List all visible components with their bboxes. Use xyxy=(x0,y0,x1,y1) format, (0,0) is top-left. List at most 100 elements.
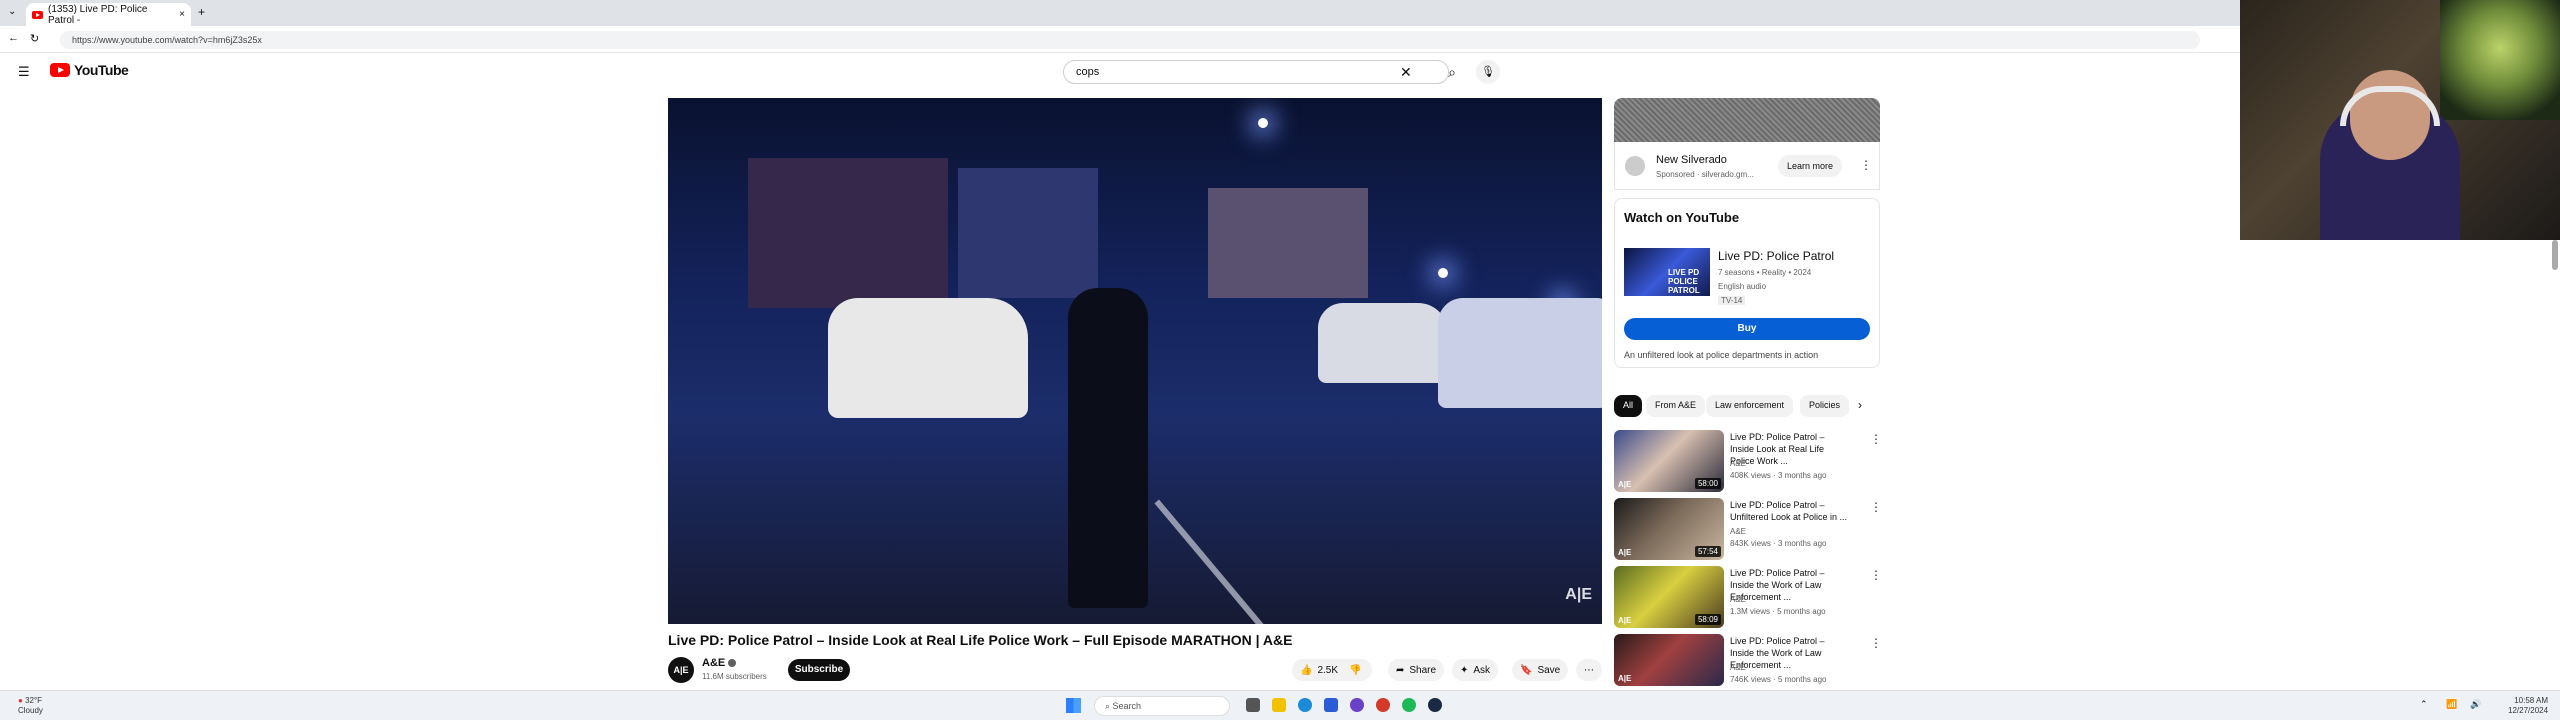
recommendation-thumbnail[interactable]: A|E 58:00 xyxy=(1614,430,1724,492)
show-thumbnail[interactable]: LIVE PD POLICE PATROL xyxy=(1624,248,1710,296)
police-light xyxy=(1438,268,1448,278)
show-audio: English audio xyxy=(1718,282,1767,291)
save-button[interactable]: 🔖 Save xyxy=(1512,659,1569,681)
recommendation-channel[interactable]: A&E xyxy=(1730,459,1746,468)
like-dislike-pill: 👍 2.5K 👎 xyxy=(1292,659,1372,681)
recommendation-thumbnail[interactable]: A|E xyxy=(1614,634,1724,686)
scrollbar-thumb[interactable] xyxy=(2552,240,2558,270)
recommendation-menu-icon[interactable]: ⋮ xyxy=(1870,636,1882,650)
back-icon[interactable]: ← xyxy=(8,32,19,44)
street-line xyxy=(1154,499,1288,624)
recommendation-channel[interactable]: A&E xyxy=(1730,527,1746,536)
verified-icon xyxy=(728,659,737,668)
youtube-favicon-icon xyxy=(32,10,43,19)
tray-chevron-icon[interactable]: ⌃ xyxy=(2420,699,2428,710)
ask-button[interactable]: ✦ Ask xyxy=(1452,659,1499,681)
recommendation-title[interactable]: Live PD: Police Patrol – Inside the Work… xyxy=(1730,567,1850,603)
edge-icon[interactable] xyxy=(1298,698,1312,712)
recommendation-title[interactable]: Live PD: Police Patrol – Unfiltered Look… xyxy=(1730,499,1850,523)
store-icon[interactable] xyxy=(1324,698,1338,712)
file-explorer-icon[interactable] xyxy=(1272,698,1286,712)
recommendation-menu-icon[interactable]: ⋮ xyxy=(1870,500,1882,514)
building-center xyxy=(958,168,1098,298)
recommendation-menu-icon[interactable]: ⋮ xyxy=(1870,568,1882,582)
recommendation-channel[interactable]: A&E xyxy=(1730,595,1746,604)
ae-badge: A|E xyxy=(1618,480,1632,489)
ad-banner-image[interactable] xyxy=(1614,98,1880,142)
show-rating-badge: TV-14 xyxy=(1718,296,1746,305)
building-left xyxy=(748,158,948,308)
search-input[interactable]: cops xyxy=(1063,60,1449,84)
channel-name[interactable]: A&E xyxy=(702,657,737,669)
recommendation-meta: 746K views · 5 months ago xyxy=(1730,675,1827,684)
recommendation-title[interactable]: Live PD: Police Patrol – Inside the Work… xyxy=(1730,635,1850,671)
save-label: Save xyxy=(1537,664,1561,676)
spotify-icon[interactable] xyxy=(1402,698,1416,712)
weather-icon: ● xyxy=(18,696,23,705)
taskbar-search[interactable]: ⌕ Search xyxy=(1094,696,1230,716)
buy-button[interactable]: Buy xyxy=(1624,318,1870,340)
network-icon[interactable]: 📶 xyxy=(2446,699,2457,710)
learn-more-button[interactable]: Learn more xyxy=(1778,155,1842,177)
dislike-icon[interactable]: 👎 xyxy=(1349,665,1361,676)
url-field[interactable]: https://www.youtube.com/watch?v=hm6jZ3s2… xyxy=(60,31,2200,49)
more-actions-button[interactable]: ⋯ xyxy=(1576,659,1602,681)
ad-logo xyxy=(1625,156,1645,176)
weather-widget[interactable]: ● 32°F Cloudy xyxy=(18,696,43,716)
video-duration: 58:00 xyxy=(1694,478,1721,489)
browser-tab[interactable]: (1353) Live PD: Police Patrol - × xyxy=(26,3,191,26)
share-button[interactable]: ➦ Share xyxy=(1388,659,1445,681)
task-view-icon[interactable] xyxy=(1246,698,1260,712)
voice-search-icon[interactable]: 🎙 xyxy=(1476,60,1500,84)
chip-from-ae[interactable]: From A&E xyxy=(1646,395,1706,417)
webcam-overlay xyxy=(2240,0,2560,240)
recommendation-thumbnail[interactable]: A|E 58:09 xyxy=(1614,566,1724,628)
recommendation-thumbnail[interactable]: A|E 57:54 xyxy=(1614,498,1724,560)
show-description: An unfiltered look at police departments… xyxy=(1624,350,1819,360)
windows-taskbar: ● 32°F Cloudy ⌕ Search ⌃ 📶 🔊 10:58 AM 12… xyxy=(0,690,2560,720)
street-light xyxy=(1258,118,1268,128)
menu-icon[interactable]: ☰ xyxy=(18,64,30,80)
police-car xyxy=(1438,298,1602,408)
ad-name[interactable]: New Silverado xyxy=(1656,154,1727,166)
new-tab-button[interactable]: + xyxy=(198,5,205,19)
youtube-logo[interactable]: YouTube xyxy=(50,62,129,78)
white-car xyxy=(828,298,1028,418)
ask-label: Ask xyxy=(1473,664,1491,676)
ad-menu-icon[interactable]: ⋮ xyxy=(1860,158,1872,172)
chrome-icon[interactable] xyxy=(1376,698,1390,712)
share-label: Share xyxy=(1409,664,1437,676)
ae-watermark: A|E xyxy=(1565,586,1592,603)
discord-icon[interactable] xyxy=(1350,698,1364,712)
windows-start-icon[interactable] xyxy=(1066,698,1081,713)
youtube-header: ☰ YouTube cops ✕ ⌕ 🎙 xyxy=(0,54,2240,92)
system-clock[interactable]: 10:58 AM 12/27/2024 xyxy=(2508,696,2548,716)
tab-list-chevron-icon[interactable]: ⌄ xyxy=(8,6,16,17)
channel-avatar[interactable]: A|E xyxy=(668,657,694,683)
recommendation-meta: 1.3M views · 5 months ago xyxy=(1730,607,1826,616)
video-player[interactable]: A|E xyxy=(668,98,1602,624)
video-title: Live PD: Police Patrol – Inside Look at … xyxy=(668,632,1293,648)
chip-all[interactable]: All xyxy=(1614,395,1643,417)
recommendation-title[interactable]: Live PD: Police Patrol – Inside Look at … xyxy=(1730,431,1850,467)
clear-search-icon[interactable]: ✕ xyxy=(1400,64,1412,81)
ae-badge: A|E xyxy=(1618,548,1632,557)
show-title[interactable]: Live PD: Police Patrol xyxy=(1718,249,1834,263)
tab-close-icon[interactable]: × xyxy=(179,9,185,20)
watch-on-youtube-heading: Watch on YouTube xyxy=(1624,210,1740,225)
like-count[interactable]: 2.5K xyxy=(1317,665,1338,676)
browser-tab-strip: ⌄ (1353) Live PD: Police Patrol - × + xyxy=(0,0,2240,26)
volume-icon[interactable]: 🔊 xyxy=(2470,699,2481,710)
search-button[interactable]: ⌕ xyxy=(1432,60,1472,84)
reload-icon[interactable]: ↻ xyxy=(30,32,39,45)
chip-law-enforcement[interactable]: Law enforcement xyxy=(1706,395,1794,417)
video-duration: 58:09 xyxy=(1694,614,1721,625)
steam-icon[interactable] xyxy=(1428,698,1442,712)
recommendation-channel[interactable]: A&E xyxy=(1730,663,1746,672)
recommendation-menu-icon[interactable]: ⋮ xyxy=(1870,432,1882,446)
like-icon[interactable]: 👍 xyxy=(1300,665,1312,676)
chip-next-icon[interactable]: › xyxy=(1858,398,1862,412)
subscribe-button[interactable]: Subscribe xyxy=(788,659,850,681)
ad-sponsored-label: Sponsored · silverado.gm... xyxy=(1656,170,1754,179)
chip-policies[interactable]: Policies xyxy=(1800,395,1850,417)
